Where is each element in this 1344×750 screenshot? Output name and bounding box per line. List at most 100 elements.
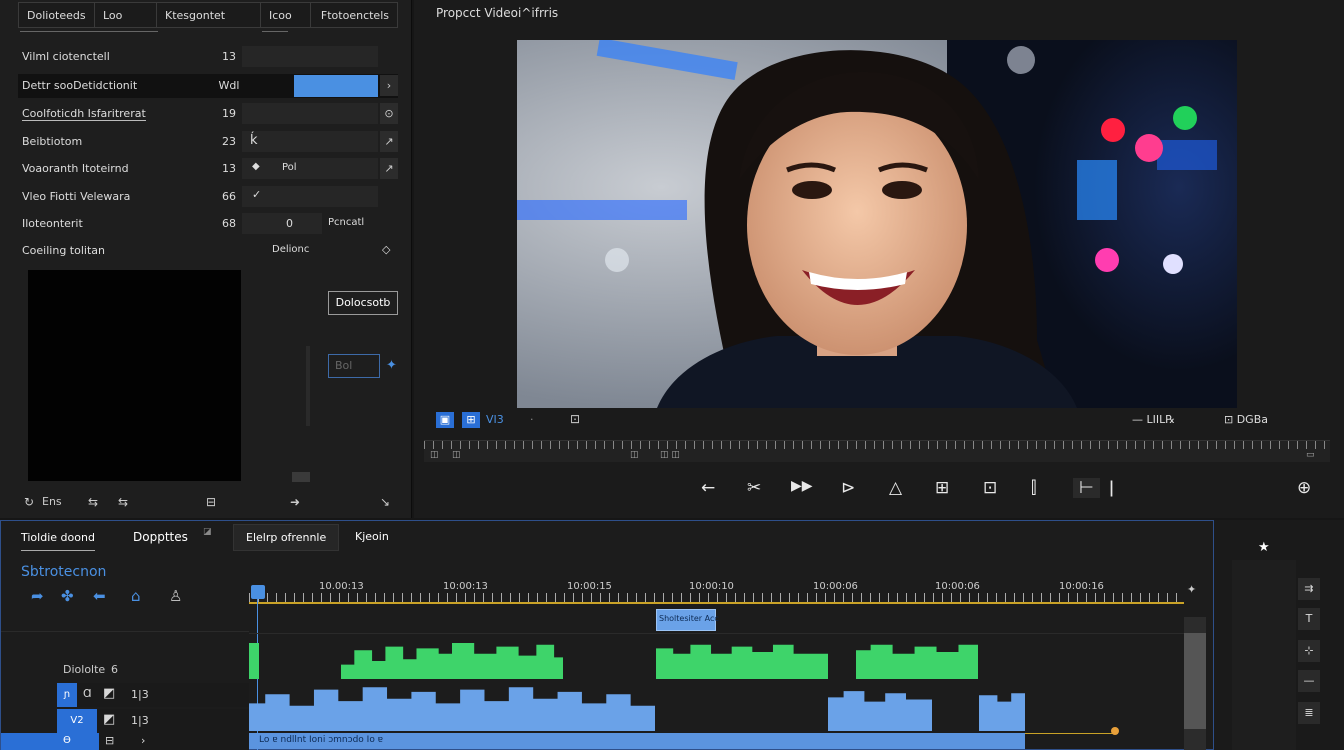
grid-icon[interactable]: ⊞ [462, 412, 480, 428]
prop-row-8[interactable]: Coeiling tolitan Delionc ◇ [18, 239, 398, 263]
arrow-icon[interactable]: ➜ [290, 495, 300, 509]
in-point-icon[interactable]: ◫ [430, 450, 439, 460]
ruler-end-icon[interactable]: ✦ [1187, 583, 1196, 596]
track-v1-toggle[interactable]: ɲ [57, 683, 77, 707]
star-icon[interactable]: ★ [1258, 540, 1270, 555]
settings-sliders-icon[interactable]: ⫿ [1031, 478, 1036, 498]
prop-button[interactable]: ↗ [380, 131, 398, 152]
type-tool-button[interactable]: T [1298, 608, 1320, 630]
insert-icon[interactable]: ⊢ [1073, 478, 1100, 498]
timeline-tab-elelrp[interactable]: Elelrp ofrennle [233, 524, 340, 551]
playhead-handle[interactable] [251, 585, 265, 599]
prop-field[interactable]: ◆ Pol [242, 158, 378, 179]
back-arrow-icon[interactable]: ⬅ [93, 587, 106, 605]
link-icon[interactable]: ♙ [169, 587, 182, 605]
prop-row-1[interactable]: Vilml ciotenctell 13 [18, 45, 398, 69]
timeline-tab-doppttes[interactable]: Doppttes [133, 530, 188, 544]
overwrite-icon[interactable]: ǀ [1109, 478, 1114, 498]
tool-button-5[interactable]: ≣ [1298, 702, 1320, 724]
select-tool-icon[interactable]: ➦ [31, 587, 44, 605]
timeline-tab-active[interactable]: Tioldie doond [21, 531, 95, 551]
prop-button[interactable]: › [380, 75, 398, 96]
zoom-label[interactable]: — LIIL℞ [1132, 413, 1175, 426]
scroll-handle[interactable] [292, 472, 310, 482]
add-keyframe-icon[interactable]: ✦ [386, 358, 397, 373]
out-point-icon[interactable]: ▭ [1306, 450, 1315, 460]
prop-button[interactable]: ↗ [380, 158, 398, 179]
prop-field[interactable] [242, 103, 378, 124]
swap-icon-2[interactable]: ⇆ [118, 495, 128, 509]
audio-clip[interactable] [828, 691, 932, 731]
track-v1[interactable]: ɲ Ɑ ◩ 1|3 [57, 683, 249, 707]
track-a1-mute-icon[interactable]: Ɵ [63, 735, 71, 746]
play-icon[interactable]: ⊳ [841, 478, 855, 498]
diamond-icon[interactable]: ◇ [382, 243, 390, 256]
track-a1[interactable]: Ɵ ⊟ › [1, 733, 249, 750]
refresh-icon[interactable]: ↻ [24, 495, 34, 509]
tab-ktesgontet[interactable]: Ktesgontet [157, 3, 261, 27]
fast-forward-icon[interactable]: ▶▶ [791, 478, 813, 494]
export-frame-icon[interactable]: ⊡ [983, 478, 997, 498]
lock-icon[interactable]: Ɑ [83, 687, 92, 700]
snap-icon[interactable]: ⌂ [131, 587, 141, 605]
prop-field[interactable] [242, 46, 378, 67]
tab-loo[interactable]: Loo [95, 3, 157, 27]
marker-icon[interactable]: ◫ [452, 450, 461, 460]
eye-icon[interactable]: ◩ [103, 686, 115, 701]
prop-slider-fill[interactable] [294, 75, 378, 97]
panel-icon[interactable]: ⊟ [206, 495, 216, 509]
collapse-icon[interactable]: ↘ [380, 495, 390, 509]
safe-area-icon[interactable]: ⊡ [570, 412, 580, 426]
track-a1-toggle[interactable] [1, 733, 99, 750]
play-toggle-icon[interactable]: ▣ [436, 412, 454, 428]
prop-field[interactable]: ✓ [242, 186, 378, 207]
timeline-tab-kjeoin[interactable]: Kjeoin [355, 530, 389, 543]
scrollbar-thumb[interactable] [1184, 633, 1206, 729]
zoom-icon[interactable]: ⊕ [1297, 478, 1311, 498]
video-clip[interactable] [249, 643, 259, 679]
video-clip[interactable] [856, 644, 978, 679]
tool-button-3[interactable]: ⊹ [1298, 640, 1320, 662]
tab-dolioteeds[interactable]: Dolioteeds [19, 3, 95, 27]
title-clip[interactable]: Sholtesiter Acc [656, 609, 719, 631]
monitor-scrubber[interactable]: ◫ ◫ ◫ ◫ ◫ ▭ [424, 440, 1330, 462]
razor-icon[interactable]: ✂ [747, 478, 761, 498]
prop-field[interactable]: 0 [242, 213, 322, 234]
audio-keyframe-icon[interactable] [1111, 727, 1119, 735]
dolocsotb-button[interactable]: Dolocsotb [328, 291, 398, 315]
ripple-tool-icon[interactable]: ✤ [61, 587, 74, 605]
tab-ftotoenctels[interactable]: Ftotoenctels [311, 3, 397, 27]
eye-icon[interactable]: ◩ [103, 712, 115, 727]
tool-button-1[interactable]: ⇉ [1298, 578, 1320, 600]
value-input[interactable]: Bol [328, 354, 380, 378]
video-clip[interactable] [656, 644, 828, 679]
marker-add-icon[interactable]: △ [889, 478, 902, 498]
timeline-scrollbar[interactable] [1184, 617, 1206, 750]
track-v2-toggle[interactable]: V2 [57, 709, 97, 733]
audio-clip[interactable] [979, 693, 1025, 731]
vi-label[interactable]: VI3 [486, 413, 504, 426]
audio-clip[interactable] [249, 687, 655, 731]
chevron-icon[interactable]: › [141, 734, 145, 747]
calendar-icon[interactable]: ⊟ [105, 734, 114, 747]
playhead-marker-icon[interactable]: ◫ [630, 450, 639, 460]
video-frame[interactable] [517, 40, 1237, 408]
video-clip[interactable] [341, 643, 563, 679]
slider-track[interactable] [306, 346, 310, 426]
prop-row-5[interactable]: Voaoranth Itoteirnd 13 ◆ Pol ↗ [18, 157, 398, 181]
prop-field[interactable]: ḱ [242, 131, 378, 152]
footer-label[interactable]: Ens [42, 495, 62, 508]
marker-icon-2[interactable]: ◫ ◫ [660, 450, 680, 460]
multicam-icon[interactable]: ⊞ [935, 478, 949, 498]
prop-button[interactable]: ⊙ [380, 103, 398, 124]
prop-row-4[interactable]: Beibtiotom 23 ḱ ↗ [18, 130, 398, 154]
prop-row-2[interactable]: Dettr sooDetidctionit Wdl › [18, 74, 398, 98]
prop-row-3[interactable]: Coolfoticdh Isfaritrerat 1​9 ⊙ [18, 102, 398, 126]
track-v2[interactable]: V2 ◩ 1|3 [57, 709, 249, 733]
prop-row-6[interactable]: Vleo Fiotti Velewara 66 ✓ [18, 185, 398, 209]
swap-icon[interactable]: ⇆ [88, 495, 98, 509]
audio-strip[interactable]: Lo ɐ ndllnt Ioni ɔmnɔdo Io ɐ [249, 733, 1025, 749]
timeline-ruler[interactable]: 10.00:13 10:00:13 10:00:15 10:00:10 10:0… [249, 577, 1196, 607]
tab-menu-icon[interactable]: ◪ [203, 527, 212, 537]
tool-button-4[interactable]: — [1298, 670, 1320, 692]
